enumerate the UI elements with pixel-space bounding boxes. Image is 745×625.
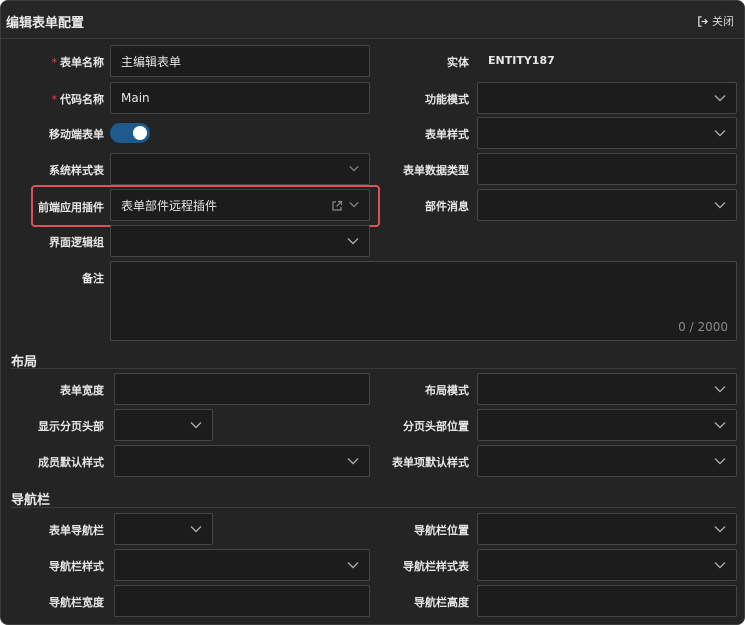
system-stylesheet-label: 系统样式表 — [49, 164, 104, 177]
toggle-knob — [133, 126, 147, 140]
navbar-stylesheet-label: 导航栏样式表 — [403, 560, 469, 573]
char-counter: 0 / 2000 — [678, 320, 728, 334]
chevron-down-icon — [714, 422, 726, 429]
chevron-down-icon — [714, 130, 726, 137]
chevron-down-icon — [714, 562, 726, 569]
part-message-select[interactable] — [477, 189, 737, 221]
remark-label: 备注 — [82, 272, 104, 285]
form-name-input[interactable]: 主编辑表单 — [110, 45, 370, 77]
form-navbar-select[interactable] — [114, 513, 213, 545]
dialog-title: 编辑表单配置 — [6, 16, 85, 31]
form-name-label: * 表单名称 — [51, 56, 105, 69]
function-mode-select[interactable] — [477, 82, 737, 114]
chevron-down-icon — [714, 458, 726, 465]
chevron-down-icon — [349, 166, 359, 172]
chevron-down-icon — [349, 202, 359, 208]
form-item-default-style-select[interactable] — [477, 445, 737, 477]
system-stylesheet-select[interactable] — [110, 153, 370, 185]
show-page-header-label: 显示分页头部 — [38, 420, 104, 433]
show-page-header-select[interactable] — [114, 409, 213, 441]
member-default-style-select[interactable] — [114, 445, 370, 477]
section-divider — [11, 507, 736, 508]
chevron-down-icon — [714, 526, 726, 533]
layout-mode-select[interactable] — [477, 373, 737, 405]
navbar-position-select[interactable] — [477, 513, 737, 545]
mobile-form-toggle[interactable] — [110, 123, 150, 143]
navbar-section-title: 导航栏 — [11, 493, 51, 508]
navbar-position-label: 导航栏位置 — [414, 524, 469, 537]
code-name-label: * 代码名称 — [51, 93, 105, 106]
navbar-width-label: 导航栏宽度 — [49, 596, 104, 609]
entity-value: ENTITY187 — [488, 54, 555, 67]
dialog-titlebar: 编辑表单配置 关闭 — [1, 1, 744, 39]
form-width-input[interactable] — [114, 373, 370, 405]
page-header-position-label: 分页头部位置 — [403, 420, 469, 433]
form-width-label: 表单宽度 — [60, 384, 104, 397]
form-config-dialog: 编辑表单配置 关闭 * 表单名称 主编辑表单 实体 ENTITY187 * 代码名称… — [0, 0, 745, 625]
close-label: 关闭 — [712, 15, 734, 28]
entity-label: 实体 — [447, 56, 469, 69]
required-mark: * — [51, 56, 58, 69]
form-item-default-style-label: 表单项默认样式 — [392, 456, 469, 469]
form-data-type-input[interactable] — [477, 153, 737, 185]
navbar-width-input[interactable] — [114, 585, 370, 617]
form-navbar-label: 表单导航栏 — [49, 524, 104, 537]
navbar-style-select[interactable] — [114, 549, 370, 581]
member-default-style-label: 成员默认样式 — [38, 456, 104, 469]
remark-textarea[interactable]: 0 / 2000 — [110, 261, 737, 341]
page-header-position-select[interactable] — [477, 409, 737, 441]
form-style-select[interactable] — [477, 117, 737, 149]
form-style-label: 表单样式 — [425, 128, 469, 141]
function-mode-label: 功能模式 — [425, 93, 469, 106]
chevron-down-icon — [190, 422, 202, 429]
chevron-down-icon — [714, 95, 726, 102]
part-message-label: 部件消息 — [425, 200, 469, 213]
external-link-icon[interactable] — [331, 200, 343, 212]
frontend-plugin-label: 前端应用插件 — [38, 201, 104, 214]
navbar-style-label: 导航栏样式 — [49, 560, 104, 573]
code-name-input[interactable]: Main — [110, 82, 370, 114]
close-button[interactable]: 关闭 — [697, 13, 734, 29]
navbar-stylesheet-select[interactable] — [477, 549, 737, 581]
frontend-plugin-select[interactable]: 表单部件远程插件 — [110, 189, 370, 221]
navbar-height-label: 导航栏高度 — [414, 596, 469, 609]
ui-logic-group-select[interactable] — [110, 225, 370, 257]
chevron-down-icon — [714, 386, 726, 393]
ui-logic-group-label: 界面逻辑组 — [49, 236, 104, 249]
chevron-down-icon — [347, 458, 359, 465]
section-divider — [11, 368, 736, 369]
chevron-down-icon — [347, 562, 359, 569]
layout-mode-label: 布局模式 — [425, 384, 469, 397]
mobile-form-label: 移动端表单 — [49, 128, 104, 141]
required-mark: * — [51, 93, 58, 106]
navbar-height-input[interactable] — [477, 585, 737, 617]
chevron-down-icon — [714, 202, 726, 209]
sign-out-icon — [697, 15, 708, 27]
chevron-down-icon — [347, 238, 359, 245]
chevron-down-icon — [190, 526, 202, 533]
form-data-type-label: 表单数据类型 — [403, 164, 469, 177]
